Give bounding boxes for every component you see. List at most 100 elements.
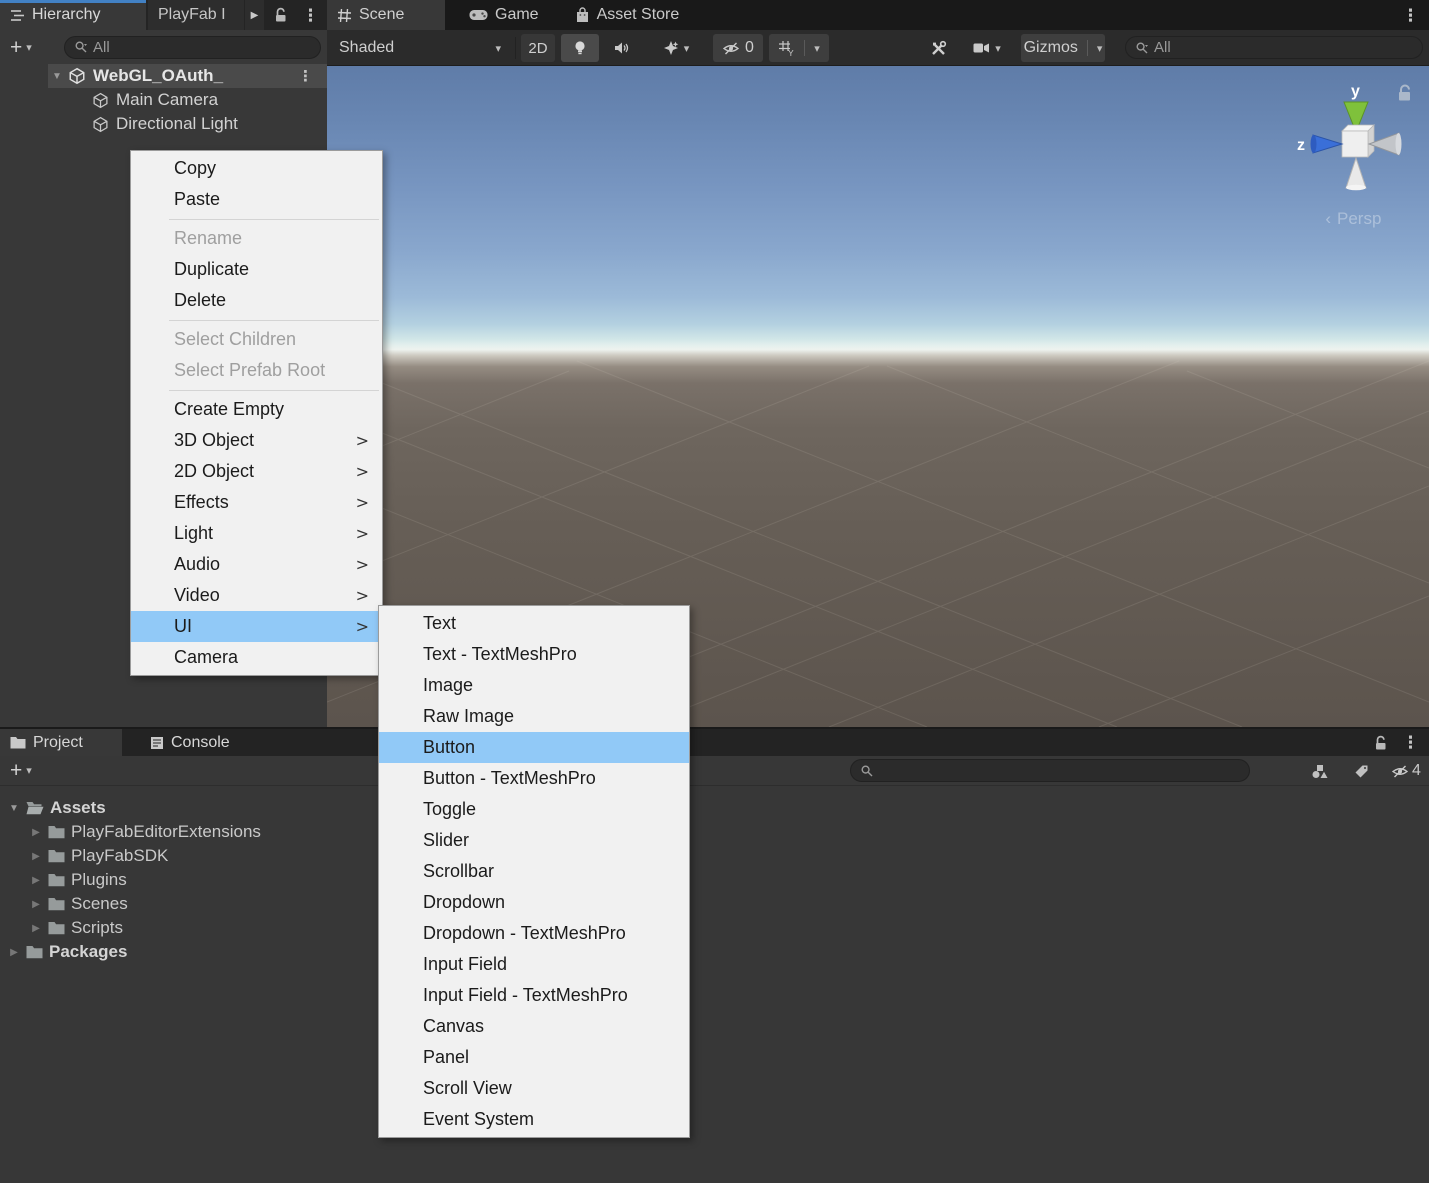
context-menu-item[interactable]: > xyxy=(131,316,382,324)
context-menu-item[interactable]: Select Prefab Root > xyxy=(131,355,382,386)
context-menu-item[interactable]: Light > xyxy=(131,518,382,549)
context-menu-item[interactable]: 3D Object > xyxy=(131,425,382,456)
context-menu-item[interactable]: Audio > xyxy=(131,549,382,580)
project-add-button[interactable]: + ▾ xyxy=(10,760,32,781)
plus-icon: + xyxy=(10,37,22,58)
unlock-icon[interactable] xyxy=(273,7,288,23)
search-by-type-button[interactable] xyxy=(1300,759,1338,783)
collapse-triangle-icon[interactable]: ▶ xyxy=(8,947,20,958)
submenu-item[interactable]: Text xyxy=(379,608,689,639)
tab-playfab[interactable]: PlayFab I xyxy=(148,0,244,30)
context-menu-item[interactable]: Select Children > xyxy=(131,324,382,355)
camera-icon xyxy=(973,42,990,54)
context-menu-item[interactable]: Copy > xyxy=(131,153,382,184)
menu-item-label: Dropdown xyxy=(423,892,505,912)
shading-mode-dropdown[interactable]: Shaded ▾ xyxy=(329,34,511,62)
context-menu-item[interactable]: Paste > xyxy=(131,184,382,215)
scene-search-input[interactable]: All xyxy=(1125,36,1423,59)
context-menu-item[interactable]: Create Empty > xyxy=(131,394,382,425)
project-tree-item[interactable]: ▼ ▶ Plugins xyxy=(0,868,1429,892)
gizmos-dropdown[interactable]: Gizmos ▾ xyxy=(1021,34,1105,62)
project-hidden-count-button[interactable]: 4 xyxy=(1384,759,1428,783)
context-menu-item[interactable]: Duplicate > xyxy=(131,254,382,285)
submenu-item[interactable]: Panel xyxy=(379,1042,689,1073)
menu-item-label: Button xyxy=(423,737,475,757)
collapse-triangle-icon[interactable]: ▶ xyxy=(30,899,42,910)
submenu-item[interactable]: Button - TextMeshPro xyxy=(379,763,689,794)
scene-kebab-menu-icon[interactable]: ⋮ xyxy=(298,69,313,84)
axis-z-cone[interactable] xyxy=(1313,135,1342,153)
submenu-item[interactable]: Raw Image xyxy=(379,701,689,732)
scene-grid-dropdown[interactable]: Y ▾ xyxy=(769,34,829,62)
collapse-triangle-icon[interactable]: ▶ xyxy=(30,851,42,862)
context-menu-item[interactable]: > xyxy=(131,386,382,394)
tab-game[interactable]: Game xyxy=(459,0,549,30)
tab-hierarchy[interactable]: Hierarchy xyxy=(0,0,146,30)
submenu-item[interactable]: Canvas xyxy=(379,1011,689,1042)
context-menu-item[interactable]: Rename > xyxy=(131,223,382,254)
tab-asset-store[interactable]: Asset Store xyxy=(565,0,690,30)
scene-lighting-toggle[interactable] xyxy=(561,34,599,62)
submenu-item[interactable]: Input Field - TextMeshPro xyxy=(379,980,689,1011)
tab-scene[interactable]: Scene xyxy=(327,0,445,30)
unlock-icon[interactable] xyxy=(1373,735,1388,751)
project-tree-item[interactable]: ▼ ▶ Packages xyxy=(0,940,1429,964)
expand-triangle-icon[interactable]: ▼ xyxy=(8,803,20,814)
tab-project[interactable]: Project xyxy=(0,729,122,756)
search-by-label-button[interactable] xyxy=(1342,759,1380,783)
scene-header-row[interactable]: ▼ WebGL_OAuth_ ⋮ xyxy=(0,64,327,88)
hierarchy-add-button[interactable]: + ▾ xyxy=(10,37,32,58)
context-menu-item[interactable]: 2D Object > xyxy=(131,456,382,487)
hierarchy-item-label: Main Camera xyxy=(116,90,218,110)
project-tree-item[interactable]: ▼ ▶ PlayFabSDK xyxy=(0,844,1429,868)
collapse-triangle-icon[interactable]: ▶ xyxy=(30,923,42,934)
context-menu-item[interactable]: Effects > xyxy=(131,487,382,518)
axis-y-negative-cone[interactable] xyxy=(1346,158,1366,188)
project-tree-item[interactable]: ▼ ▶ Scripts xyxy=(0,916,1429,940)
submenu-item[interactable]: Toggle xyxy=(379,794,689,825)
speaker-icon xyxy=(614,41,630,55)
project-item-label: PlayFabEditorExtensions xyxy=(71,822,261,842)
collapse-triangle-icon[interactable]: ▶ xyxy=(30,875,42,886)
unlock-icon[interactable] xyxy=(1399,86,1410,101)
scene-tools-button[interactable] xyxy=(920,34,956,62)
submenu-item[interactable]: Input Field xyxy=(379,949,689,980)
context-menu-item[interactable]: Delete > xyxy=(131,285,382,316)
submenu-item[interactable]: Event System xyxy=(379,1104,689,1135)
project-search-input[interactable] xyxy=(850,759,1250,782)
submenu-item[interactable]: Text - TextMeshPro xyxy=(379,639,689,670)
context-menu-item[interactable]: Video > xyxy=(131,580,382,611)
submenu-item[interactable]: Image xyxy=(379,670,689,701)
gizmo-cube[interactable] xyxy=(1342,125,1374,157)
scene-camera-dropdown[interactable]: ▾ xyxy=(961,34,1013,62)
project-tree-item[interactable]: ▼ ▶ Assets xyxy=(0,796,1429,820)
toggle-2d-button[interactable]: 2D xyxy=(521,34,555,62)
hierarchy-item-main-camera[interactable]: Main Camera xyxy=(0,88,327,112)
projection-mode-label[interactable]: Persp xyxy=(1337,209,1381,228)
submenu-item[interactable]: Scrollbar xyxy=(379,856,689,887)
context-menu-item[interactable]: UI > xyxy=(131,611,382,642)
scene-effects-dropdown[interactable]: ▾ xyxy=(645,34,707,62)
scene-visibility-toggle[interactable]: 0 xyxy=(713,34,763,62)
project-tree-item[interactable]: ▼ ▶ PlayFabEditorExtensions xyxy=(0,820,1429,844)
submenu-item[interactable]: Dropdown - TextMeshPro xyxy=(379,918,689,949)
submenu-item[interactable]: Scroll View xyxy=(379,1073,689,1104)
submenu-item[interactable]: Button xyxy=(379,732,689,763)
submenu-item[interactable]: Slider xyxy=(379,825,689,856)
tab-project-label: Project xyxy=(33,734,83,752)
orientation-gizmo[interactable]: y z ‹ Persp xyxy=(1285,74,1425,234)
context-menu-item[interactable]: > xyxy=(131,215,382,223)
hierarchy-kebab-menu-icon[interactable]: ⋮ xyxy=(302,7,319,24)
hierarchy-item-directional-light[interactable]: Directional Light xyxy=(0,112,327,136)
tab-overflow-button[interactable]: ▶ xyxy=(244,0,264,30)
expand-triangle-icon[interactable]: ▼ xyxy=(50,71,64,82)
project-kebab-menu-icon[interactable]: ⋮ xyxy=(1402,734,1419,751)
scene-kebab-menu-icon[interactable]: ⋮ xyxy=(1402,7,1419,24)
tab-console[interactable]: Console xyxy=(140,729,240,756)
submenu-item[interactable]: Dropdown xyxy=(379,887,689,918)
hierarchy-search-input[interactable]: All xyxy=(64,36,321,59)
context-menu-item[interactable]: Camera > xyxy=(131,642,382,673)
scene-audio-toggle[interactable] xyxy=(603,34,641,62)
collapse-triangle-icon[interactable]: ▶ xyxy=(30,827,42,838)
project-tree-item[interactable]: ▼ ▶ Scenes xyxy=(0,892,1429,916)
